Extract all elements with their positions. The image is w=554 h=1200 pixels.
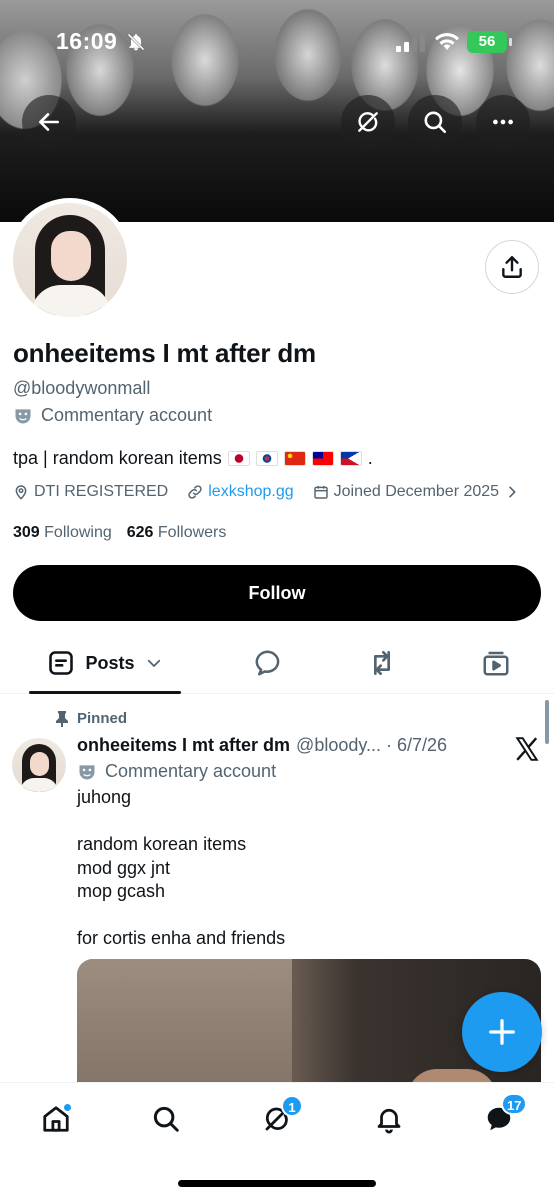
- followers-link[interactable]: 626 Followers: [127, 524, 227, 542]
- profile-name: onheeitems I mt after dm: [13, 338, 316, 368]
- calendar-icon: [313, 486, 328, 499]
- scrollbar[interactable]: [545, 700, 549, 744]
- flag-philippines-icon: [339, 451, 362, 466]
- chevron-right-icon: [509, 486, 516, 498]
- active-tab-indicator: [29, 691, 181, 694]
- x-logo-icon[interactable]: [514, 736, 540, 762]
- post-line: for cortis enha and friends: [77, 928, 286, 948]
- profile-avatar[interactable]: [8, 198, 132, 322]
- tab-posts-label: Posts: [85, 652, 135, 673]
- post-author-handle-date[interactable]: @bloody... · 6/7/26: [296, 735, 447, 756]
- search-button[interactable]: [408, 95, 462, 149]
- post-line: [77, 904, 285, 928]
- website-link[interactable]: lexkshop.gg: [208, 483, 293, 501]
- more-button[interactable]: [476, 95, 530, 149]
- media-icon: [483, 651, 509, 676]
- joined-text: Joined December 2025: [333, 483, 500, 500]
- home-notification-dot: [63, 1103, 72, 1112]
- bio-end: .: [367, 448, 373, 468]
- wifi-icon: [435, 33, 459, 50]
- post-line: [77, 810, 285, 834]
- flag-china-icon: [283, 451, 306, 466]
- bell-off-icon: [127, 33, 145, 51]
- post-line: mod ggx jnt: [77, 857, 171, 878]
- following-link[interactable]: 309 Following: [13, 524, 112, 542]
- arrow-left-icon: [39, 113, 59, 131]
- grok-button[interactable]: [341, 95, 395, 149]
- battery-indicator: 56: [467, 31, 507, 53]
- profile-bio: tpa | random korean items .: [13, 448, 373, 469]
- post-author-avatar[interactable]: [12, 738, 66, 792]
- pin-icon: [56, 710, 68, 727]
- joined-item[interactable]: Joined December 2025: [313, 483, 520, 501]
- location-item: DTI REGISTERED: [13, 483, 168, 501]
- nav-home[interactable]: [36, 1099, 76, 1139]
- home-indicator: [178, 1180, 376, 1187]
- chevron-down-icon[interactable]: [145, 654, 163, 672]
- post-body[interactable]: juhong random korean items mod ggx jnt m…: [77, 786, 285, 951]
- battery-tip: [509, 38, 512, 46]
- cellular-signal-icon: [396, 34, 425, 52]
- post-line: mop gcash: [77, 881, 166, 901]
- share-icon: [502, 256, 522, 278]
- followers-label: Followers: [157, 524, 227, 541]
- repost-icon: [374, 651, 390, 675]
- search-icon: [424, 111, 447, 134]
- bell-icon: [377, 1108, 401, 1134]
- post-line: juhong: [77, 787, 132, 807]
- nav-notifications[interactable]: [369, 1099, 409, 1139]
- grok-badge: 1: [281, 1095, 303, 1117]
- search-icon: [153, 1106, 179, 1132]
- tab-media[interactable]: [466, 632, 526, 694]
- account-label-text: Commentary account: [41, 405, 213, 425]
- back-button[interactable]: [22, 95, 76, 149]
- flag-taiwan-icon: [311, 451, 334, 466]
- share-button[interactable]: [485, 240, 539, 294]
- post-header: onheeitems I mt after dm @bloody... · 6/…: [77, 735, 447, 756]
- following-count: 309: [13, 524, 40, 541]
- status-time: 16:09: [56, 28, 118, 54]
- follow-counts: 309 Following 626 Followers: [13, 524, 226, 542]
- avatar-image: [13, 203, 127, 317]
- following-label: Following: [44, 524, 112, 541]
- nav-search[interactable]: [146, 1099, 186, 1139]
- tab-replies[interactable]: [238, 632, 298, 694]
- post-account-label: Commentary account: [77, 761, 276, 782]
- post-author-name[interactable]: onheeitems I mt after dm: [77, 735, 290, 756]
- post-account-label-text: Commentary account: [105, 761, 277, 781]
- compose-post-button[interactable]: [462, 992, 542, 1072]
- more-icon: [493, 119, 513, 125]
- bio-text: tpa | random korean items: [13, 448, 222, 468]
- commentary-mask-icon: [15, 408, 31, 423]
- nav-grok[interactable]: 1: [257, 1095, 303, 1139]
- pinned-indicator: Pinned: [55, 710, 127, 727]
- post-line: random korean items: [77, 834, 247, 854]
- profile-handle: @bloodywonmall: [13, 378, 151, 398]
- status-bar: 16:09 56: [0, 26, 554, 60]
- profile-tabs: Posts: [0, 632, 554, 694]
- account-label[interactable]: Commentary account: [13, 405, 212, 426]
- location-text: DTI REGISTERED: [34, 483, 169, 500]
- reply-bubble-icon: [255, 650, 280, 676]
- website-item[interactable]: lexkshop.gg: [187, 483, 294, 501]
- profile-meta: DTI REGISTERED lexkshop.gg Joined Decemb…: [13, 483, 539, 501]
- nav-messages[interactable]: 17: [479, 1093, 528, 1139]
- posts-icon: [49, 651, 74, 675]
- flag-japan-icon: [227, 451, 250, 466]
- follow-button[interactable]: Follow: [13, 565, 541, 621]
- grok-icon: [358, 112, 378, 132]
- commentary-mask-icon: [79, 764, 95, 779]
- tab-reposts[interactable]: [352, 632, 412, 694]
- followers-count: 626: [126, 524, 154, 541]
- location-pin-icon: [15, 485, 27, 500]
- pinned-label: Pinned: [77, 710, 128, 727]
- flag-south-korea-icon: [255, 451, 278, 466]
- tab-posts[interactable]: Posts: [29, 632, 181, 694]
- messages-badge: 17: [501, 1093, 528, 1115]
- plus-icon: [489, 1019, 515, 1045]
- link-icon: [188, 485, 202, 499]
